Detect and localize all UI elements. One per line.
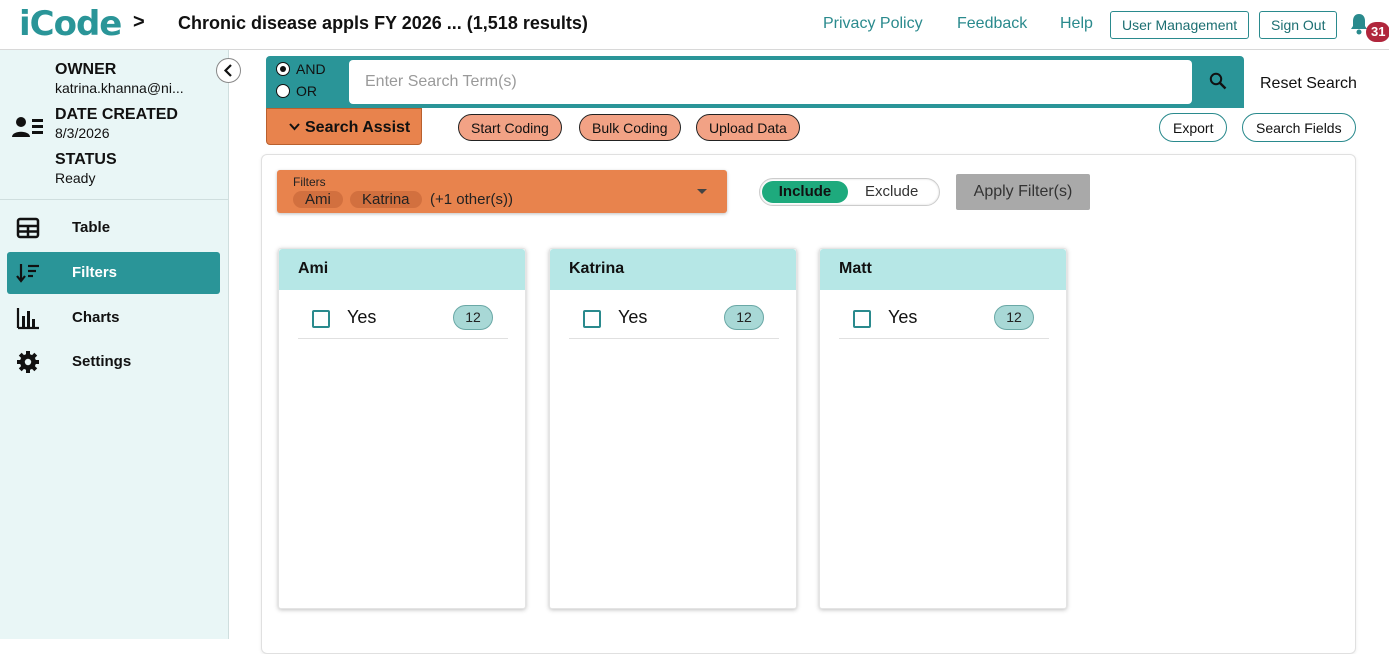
table-icon — [16, 217, 40, 239]
search-bar: AND OR — [266, 56, 1244, 108]
bulk-coding-button[interactable]: Bulk Coding — [579, 114, 681, 141]
search-assist-label: Search Assist — [305, 119, 411, 136]
search-icon[interactable] — [1209, 72, 1227, 90]
chevron-down-icon — [289, 123, 300, 131]
search-assist-button[interactable]: Search Assist — [266, 108, 422, 145]
start-coding-button[interactable]: Start Coding — [458, 114, 562, 141]
or-radio-option[interactable]: OR — [276, 83, 317, 99]
exclude-option[interactable]: Exclude — [865, 183, 918, 200]
option-checkbox[interactable] — [312, 310, 330, 328]
filter-card-matt: Matt Yes 12 — [819, 248, 1067, 609]
card-title: Katrina — [569, 260, 625, 277]
app-header: iCode > Chronic disease appls FY 2026 ..… — [0, 0, 1389, 50]
gear-icon — [17, 351, 39, 373]
export-button[interactable]: Export — [1159, 113, 1228, 142]
card-header: Matt — [820, 249, 1066, 290]
and-label: AND — [296, 61, 326, 77]
privacy-policy-link[interactable]: Privacy Policy — [823, 15, 923, 33]
owner-value: katrina.khanna@ni... — [55, 80, 184, 96]
card-header: Ami — [279, 249, 525, 290]
search-fields-button[interactable]: Search Fields — [1242, 113, 1356, 142]
collapse-sidebar-button[interactable] — [216, 58, 241, 83]
user-details-icon — [12, 117, 43, 137]
status-value: Ready — [55, 170, 96, 186]
help-link[interactable]: Help — [1060, 15, 1093, 33]
dropdown-arrow-icon[interactable] — [697, 189, 707, 194]
sidebar-item-label: Charts — [72, 309, 120, 326]
bar-chart-icon — [16, 308, 39, 330]
option-count-badge: 12 — [453, 305, 493, 330]
filter-option-row[interactable]: Yes 12 — [839, 299, 1049, 339]
chevron-right-icon: > — [133, 11, 145, 33]
filter-option-row[interactable]: Yes 12 — [298, 299, 508, 339]
sign-out-button[interactable]: Sign Out — [1259, 11, 1338, 39]
app-logo[interactable]: iCode — [19, 4, 122, 44]
option-label: Yes — [347, 307, 377, 327]
user-management-button[interactable]: User Management — [1110, 11, 1250, 39]
sort-filter-icon — [16, 264, 39, 283]
option-label: Yes — [618, 307, 648, 327]
sidebar-item-settings[interactable]: Settings — [7, 341, 220, 383]
filter-more-count: (+1 other(s)) — [430, 191, 513, 208]
sidebar-item-label: Filters — [72, 264, 118, 281]
sidebar-item-label: Table — [72, 219, 111, 236]
filters-select-label: Filters — [293, 175, 326, 189]
sidebar-item-filters[interactable]: Filters — [7, 252, 220, 294]
filter-chip[interactable]: Ami — [293, 191, 343, 208]
and-radio-option[interactable]: AND — [276, 61, 326, 77]
card-title: Matt — [839, 260, 872, 277]
feedback-link[interactable]: Feedback — [957, 15, 1027, 33]
option-count-badge: 12 — [994, 305, 1034, 330]
sidebar-item-charts[interactable]: Charts — [7, 297, 220, 339]
chevron-left-icon — [223, 64, 232, 77]
option-label: Yes — [888, 307, 918, 327]
sidebar: OWNER katrina.khanna@ni... DATE CREATED … — [0, 50, 229, 639]
date-created-value: 8/3/2026 — [55, 125, 110, 141]
include-exclude-toggle[interactable]: Include Exclude — [759, 178, 940, 206]
or-label: OR — [296, 83, 317, 99]
filters-select[interactable]: Filters Ami Katrina (+1 other(s)) — [277, 170, 727, 213]
card-title: Ami — [298, 260, 329, 277]
filter-chip[interactable]: Katrina — [350, 191, 422, 208]
filter-card-katrina: Katrina Yes 12 — [549, 248, 797, 609]
sidebar-item-label: Settings — [72, 353, 132, 370]
page-title: Chronic disease appls FY 2026 ... (1,518… — [178, 13, 588, 33]
reset-search-link[interactable]: Reset Search — [1260, 75, 1357, 93]
date-created-label: DATE CREATED — [55, 106, 178, 123]
option-checkbox[interactable] — [583, 310, 601, 328]
owner-label: OWNER — [55, 61, 117, 78]
apply-filters-button[interactable]: Apply Filter(s) — [956, 174, 1090, 210]
filter-card-ami: Ami Yes 12 — [278, 248, 526, 609]
notification-count-badge: 31 — [1366, 22, 1389, 42]
sidebar-item-table[interactable]: Table — [7, 207, 220, 249]
sidebar-divider — [0, 199, 228, 200]
include-option[interactable]: Include — [762, 181, 848, 203]
or-radio[interactable] — [276, 84, 290, 98]
status-label: STATUS — [55, 151, 117, 168]
upload-data-button[interactable]: Upload Data — [696, 114, 800, 141]
card-header: Katrina — [550, 249, 796, 290]
option-count-badge: 12 — [724, 305, 764, 330]
option-checkbox[interactable] — [853, 310, 871, 328]
search-input[interactable] — [349, 60, 1192, 104]
filter-option-row[interactable]: Yes 12 — [569, 299, 779, 339]
and-radio[interactable] — [276, 62, 290, 76]
